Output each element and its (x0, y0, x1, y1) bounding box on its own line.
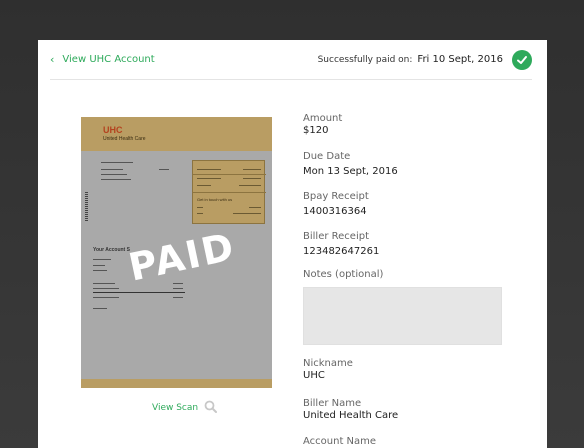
paid-stamp: PAID (124, 224, 240, 290)
bill-company-name: United Health Care (103, 136, 146, 142)
biller-name-value: United Health Care (303, 410, 399, 421)
nickname-value: UHC (303, 370, 325, 381)
bill-text-line (93, 308, 107, 309)
bill-text-line (93, 297, 119, 298)
back-to-account-link[interactable]: ‹ View UHC Account (50, 53, 155, 66)
view-scan-label: View Scan (152, 403, 199, 413)
bill-text-line (173, 297, 183, 298)
bill-detail-card: ‹ View UHC Account Successfully paid on:… (38, 40, 547, 448)
amount-field: Amount $120 (303, 113, 342, 136)
bill-text-line (93, 259, 111, 260)
payment-status: Successfully paid on: Fri 10 Sept, 2016 (317, 49, 532, 70)
bill-text-line (101, 179, 131, 180)
magnifier-icon (204, 400, 218, 416)
notes-input[interactable] (303, 287, 502, 345)
bpay-receipt-field: Bpay Receipt 1400316364 (303, 191, 369, 217)
bill-divider (93, 292, 185, 293)
due-date-label: Due Date (303, 151, 351, 162)
back-link-label: View UHC Account (62, 54, 155, 65)
bpay-receipt-label: Bpay Receipt (303, 191, 369, 202)
check-circle-icon (512, 49, 532, 70)
top-bar: ‹ View UHC Account Successfully paid on:… (50, 40, 532, 80)
biller-receipt-field: Biller Receipt 123482647261 (303, 231, 379, 257)
bill-text-line (93, 283, 115, 284)
paid-prefix: Successfully paid on: (317, 54, 413, 65)
nickname-label: Nickname (303, 358, 353, 369)
chevron-left-icon: ‹ (50, 53, 55, 66)
bill-text-line (93, 270, 107, 271)
due-date-value: Mon 13 Sept, 2016 (303, 166, 398, 177)
biller-name-label: Biller Name (303, 398, 362, 409)
notes-field: Notes (optional) (303, 269, 383, 280)
bill-text-line (159, 169, 169, 170)
paid-date: Fri 10 Sept, 2016 (417, 54, 503, 65)
bpay-receipt-value: 1400316364 (303, 206, 367, 217)
bill-footer-band (81, 379, 272, 388)
bill-box-heading: Get in touch with us (197, 197, 233, 202)
biller-receipt-value: 123482647261 (303, 246, 380, 257)
bill-text-line (101, 162, 133, 163)
view-scan-button[interactable]: View Scan (152, 400, 218, 416)
account-name-field: Account Name (303, 436, 376, 447)
biller-receipt-label: Biller Receipt (303, 231, 369, 242)
amount-value: $120 (303, 125, 329, 136)
nickname-field: Nickname UHC (303, 358, 353, 381)
bill-text-line (173, 283, 183, 284)
bill-text-line (93, 288, 119, 289)
notes-label: Notes (optional) (303, 269, 384, 280)
bill-text-line (101, 169, 123, 170)
bill-text-line (173, 288, 183, 289)
bill-text-line (93, 265, 105, 266)
due-date-field: Due Date Mon 13 Sept, 2016 (303, 151, 398, 177)
bill-logo: UHC (103, 125, 123, 135)
bill-contact-box: Get in touch with us (192, 160, 266, 224)
biller-name-field: Biller Name United Health Care (303, 398, 398, 421)
amount-label: Amount (303, 113, 343, 124)
bill-barcode (85, 192, 88, 222)
bill-scan-thumbnail[interactable]: UHC United Health Care Get in touch with… (81, 117, 272, 388)
bill-text-line (101, 174, 127, 175)
account-name-label: Account Name (303, 436, 377, 447)
